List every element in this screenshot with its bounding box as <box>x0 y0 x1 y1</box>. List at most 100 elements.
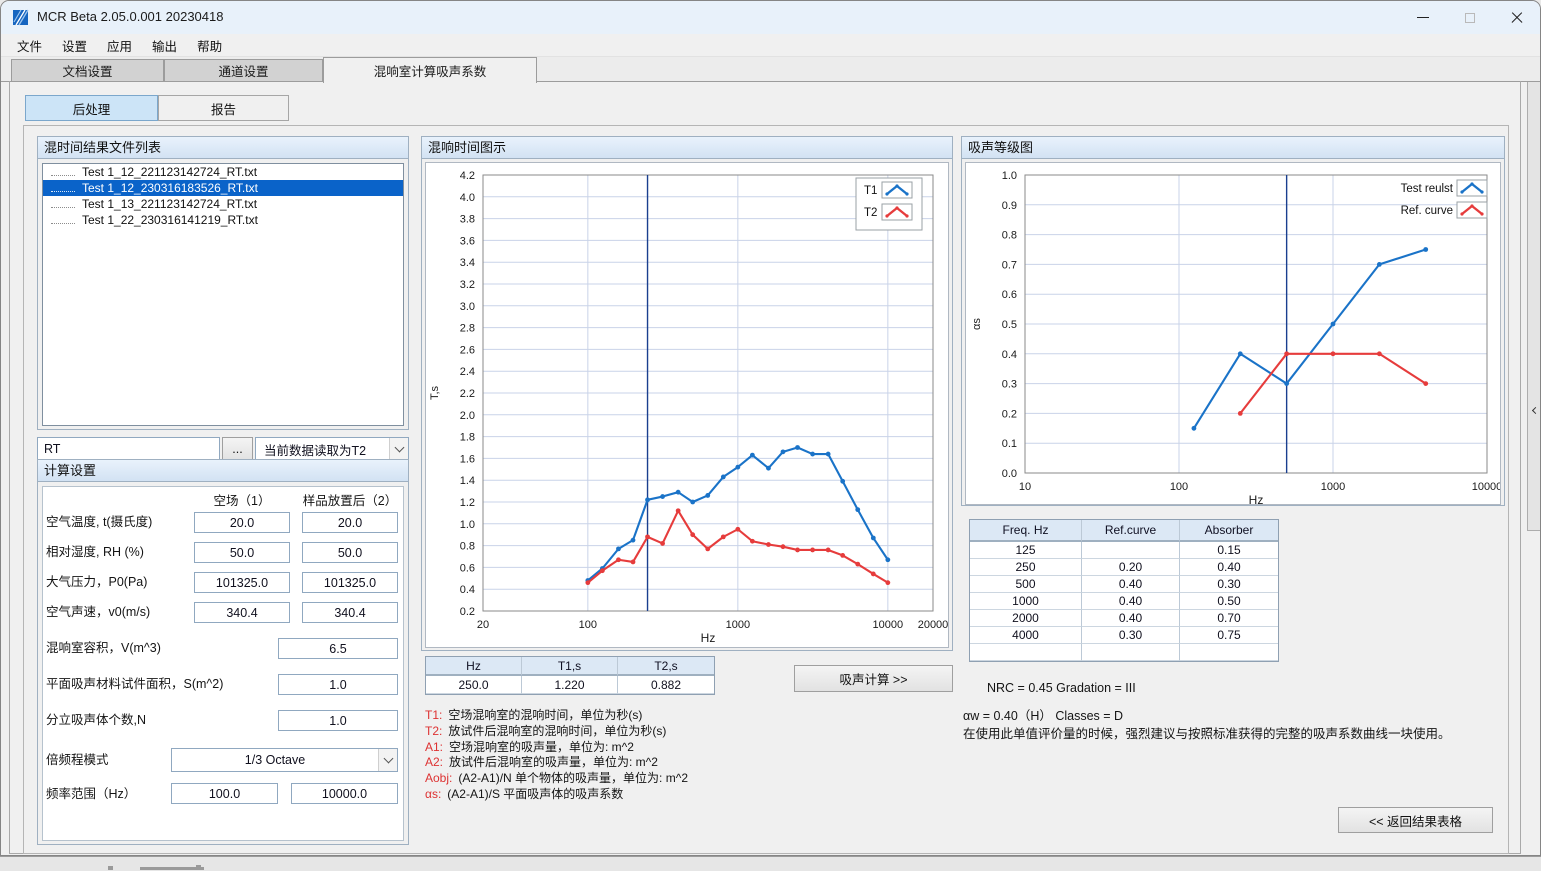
back-to-results-button[interactable]: << 返回结果表格 <box>1338 807 1493 833</box>
freq-table-cell: 0.75 <box>1180 627 1278 644</box>
calc-input-humidity-1[interactable] <box>194 542 290 563</box>
file-item[interactable]: Test 1_12_230316183526_RT.txt <box>43 180 403 196</box>
svg-text:Hz: Hz <box>701 631 716 645</box>
freq-table-header-cell: Absorber <box>1180 520 1278 542</box>
freq-table-cell: 0.20 <box>1082 559 1180 576</box>
file-item[interactable]: Test 1_22_230316141219_RT.txt <box>43 212 403 228</box>
grade-chart[interactable]: 0.00.10.20.30.40.50.60.70.80.91.01010010… <box>966 163 1500 504</box>
freq-table-cell <box>1082 542 1180 559</box>
freq-table-cell: 0.70 <box>1180 610 1278 627</box>
freq-table-row: 40000.300.75 <box>970 627 1278 644</box>
note-line: T2:放试件后混响室的混响时间，单位为秒(s) <box>425 722 666 739</box>
browse-button[interactable]: ... <box>222 437 253 461</box>
subtab-postprocess[interactable]: 后处理 <box>25 95 158 121</box>
maximize-button[interactable] <box>1446 1 1493 34</box>
svg-text:1.0: 1.0 <box>460 519 475 531</box>
rt-table-header-row: HzT1,sT2,s <box>426 657 714 676</box>
tab-reverb-absorption[interactable]: 混响室计算吸声系数 <box>323 57 537 83</box>
subtab-report[interactable]: 报告 <box>158 95 289 121</box>
freq-table-cell: 2000 <box>970 610 1082 627</box>
note-line: T1:空场混响室的混响时间，单位为秒(s) <box>425 706 642 723</box>
freq-table-row: 1250.15 <box>970 542 1278 559</box>
calc-input-room-volume[interactable] <box>278 638 398 659</box>
calc-label-octave-mode: 倍频程模式 <box>46 750 109 771</box>
calc-input-humidity-2[interactable] <box>302 542 398 563</box>
freq-table-cell: 0.30 <box>1180 576 1278 593</box>
svg-text:3.4: 3.4 <box>460 257 475 269</box>
svg-text:3.0: 3.0 <box>460 301 475 313</box>
freq-table-cell <box>970 644 1082 661</box>
svg-text:2.0: 2.0 <box>460 410 475 422</box>
right-collapse-handle[interactable] <box>1527 82 1541 531</box>
svg-text:αs: αs <box>971 318 983 330</box>
calc-input-sound-speed-1[interactable] <box>194 602 290 623</box>
calc-input-pressure-1[interactable] <box>194 572 290 593</box>
svg-text:Test reulst: Test reulst <box>1401 183 1454 195</box>
tree-connector <box>51 191 75 192</box>
file-item[interactable]: Test 1_13_221123142724_RT.txt <box>43 196 403 212</box>
svg-text:0.9: 0.9 <box>1002 200 1017 212</box>
svg-text:T1: T1 <box>864 185 877 197</box>
calc-input-pressure-2[interactable] <box>302 572 398 593</box>
note-text: 放试件后混响室的混响时间，单位为秒(s) <box>448 724 666 738</box>
freq-range-min-input[interactable] <box>171 783 278 804</box>
menu-item-help[interactable]: 帮助 <box>187 33 232 58</box>
grade-chart-title: 吸声等级图 <box>962 137 1504 159</box>
freq-table-cell: 0.40 <box>1082 610 1180 627</box>
note-key: T1: <box>425 708 442 722</box>
svg-text:2.8: 2.8 <box>460 323 475 335</box>
freq-table-cell: 0.40 <box>1082 576 1180 593</box>
file-item[interactable]: Test 1_12_221123142724_RT.txt <box>43 164 403 180</box>
menu-item-output[interactable]: 输出 <box>142 33 187 58</box>
freq-table-cell: 1000 <box>970 593 1082 610</box>
svg-text:1000: 1000 <box>726 619 750 631</box>
freq-absorber-table: Freq. HzRef.curveAbsorber1250.152500.200… <box>969 519 1279 662</box>
rt-table-cell: 0.882 <box>618 676 714 694</box>
svg-text:0.2: 0.2 <box>1002 408 1017 420</box>
rt-table-header-cell: T1,s <box>522 657 618 676</box>
calc-input-absorber-count[interactable] <box>278 710 398 731</box>
freq-table-cell <box>1180 644 1278 661</box>
calc-input-sound-speed-2[interactable] <box>302 602 398 623</box>
minimize-button[interactable] <box>1399 1 1446 34</box>
svg-text:1000: 1000 <box>1321 481 1345 493</box>
rt-table-cell: 250.0 <box>426 676 522 694</box>
svg-text:2.2: 2.2 <box>460 388 475 400</box>
octave-mode-select[interactable]: 1/3 Octave <box>171 748 398 772</box>
note-key: αs: <box>425 787 441 801</box>
svg-text:100: 100 <box>1170 481 1188 493</box>
data-read-mode-select[interactable]: 当前数据读取为T2 <box>255 437 409 461</box>
svg-text:Hz: Hz <box>1249 493 1264 504</box>
svg-text:0.2: 0.2 <box>460 606 475 618</box>
file-list-panel: 混时间结果文件列表 Test 1_12_221123142724_RT.txtT… <box>37 136 409 430</box>
svg-text:0.0: 0.0 <box>1002 468 1017 480</box>
menu-item-application[interactable]: 应用 <box>97 33 142 58</box>
svg-text:1.6: 1.6 <box>460 453 475 465</box>
tab-document-settings[interactable]: 文档设置 <box>11 59 164 82</box>
calc-input-air-temp-2[interactable] <box>302 512 398 533</box>
freq-table-cell: 0.40 <box>1082 593 1180 610</box>
window-controls <box>1399 1 1540 34</box>
calc-input-sample-area[interactable] <box>278 674 398 695</box>
note-key: A2: <box>425 755 443 769</box>
calc-label-room-volume: 混响室容积，V(m^3) <box>46 638 161 659</box>
freq-table-cell: 250 <box>970 559 1082 576</box>
menu-item-file[interactable]: 文件 <box>7 33 52 58</box>
svg-text:1.8: 1.8 <box>460 432 475 444</box>
rt-chart[interactable]: 0.20.40.60.81.01.21.41.61.82.02.22.42.62… <box>426 163 948 647</box>
file-list-title: 混时间结果文件列表 <box>38 137 408 159</box>
calc-input-air-temp-1[interactable] <box>194 512 290 533</box>
menu-item-settings[interactable]: 设置 <box>52 33 97 58</box>
note-key: A1: <box>425 740 443 754</box>
freq-range-max-input[interactable] <box>291 783 398 804</box>
freq-table-header-cell: Freq. Hz <box>970 520 1082 542</box>
rt-name-input[interactable] <box>37 437 220 461</box>
freq-table-cell <box>1082 644 1180 661</box>
title-bar: MCR Beta 2.05.0.001 20230418 <box>1 1 1540 34</box>
absorb-calc-button[interactable]: 吸声计算 >> <box>794 665 953 692</box>
chevron-left-icon <box>1531 407 1538 414</box>
svg-text:10000: 10000 <box>873 619 904 631</box>
close-button[interactable] <box>1493 1 1540 34</box>
tab-channel-settings[interactable]: 通道设置 <box>164 59 323 82</box>
freq-table-cell: 500 <box>970 576 1082 593</box>
